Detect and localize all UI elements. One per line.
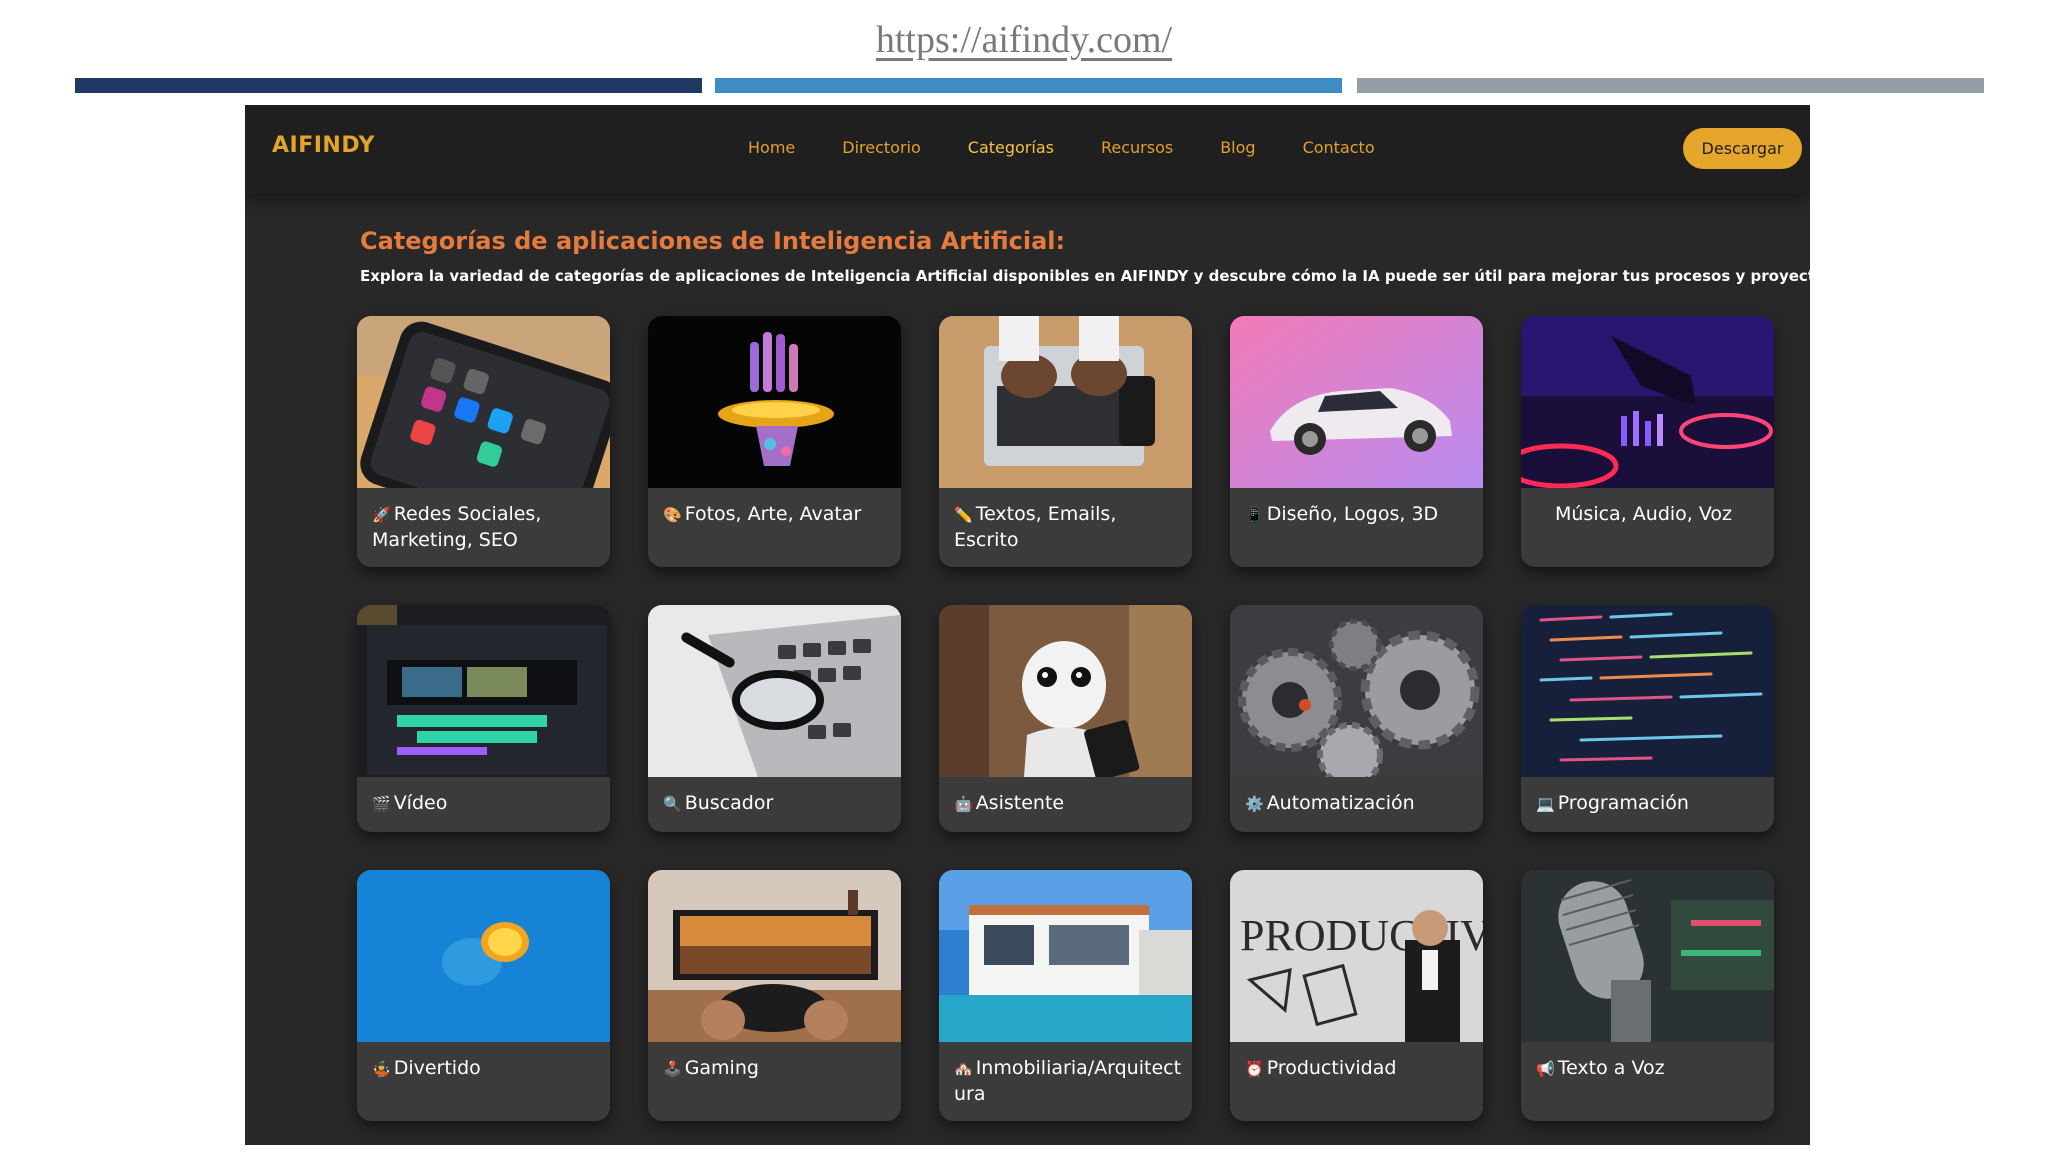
gears-image (1230, 605, 1483, 777)
category-grid: 🚀 Redes Sociales, Marketing, SEO 🎨 Fotos, (357, 316, 1774, 1121)
nav-menu: Home Directorio Categorías Recursos Blog… (748, 138, 1422, 157)
video-editor-image (357, 605, 610, 777)
page-title: Categorías de aplicaciones de Inteligenc… (360, 227, 1066, 255)
productivity-wall-image: PRODUCTIVITY (1230, 870, 1483, 1042)
category-card-inmobiliaria[interactable]: 🏘️ Inmobiliaria/Arquitectura (939, 870, 1192, 1121)
category-label: 🤖 Asistente (954, 792, 1065, 814)
modern-house-image (939, 870, 1192, 1042)
category-label: 🤹 Divertido (372, 1057, 481, 1079)
category-card-textos[interactable]: ✏️ Textos, Emails, Escrito (939, 316, 1192, 567)
robot-image (939, 605, 1192, 777)
category-label: 📢 Texto a Voz (1536, 1057, 1665, 1079)
slide-accent-bar-gray (1357, 78, 1984, 93)
dj-mixer-image (1521, 316, 1774, 488)
category-label: ⏰ Productividad (1245, 1057, 1397, 1079)
nav-link-categorias[interactable]: Categorías (968, 138, 1054, 157)
category-card-redes-sociales[interactable]: 🚀 Redes Sociales, Marketing, SEO (357, 316, 610, 567)
site-navbar: AIFINDY Home Directorio Categorías Recur… (245, 105, 1810, 193)
category-label: 🚀 Redes Sociales, Marketing, SEO (372, 503, 542, 551)
category-label: 🔍 Buscador (663, 792, 774, 814)
nav-link-blog[interactable]: Blog (1220, 138, 1255, 157)
nav-link-contacto[interactable]: Contacto (1303, 138, 1375, 157)
category-label: 📱 Diseño, Logos, 3D (1245, 503, 1439, 525)
mobile-phone-icon: 📱 (1245, 506, 1264, 524)
blue-orange-image (357, 870, 610, 1042)
slide-accent-bar-blue (715, 78, 1342, 93)
page-description: Explora la variedad de categorías de apl… (360, 267, 1810, 285)
robot-icon: 🤖 (954, 795, 973, 813)
category-label: ✏️ Textos, Emails, Escrito (954, 503, 1117, 551)
category-card-productividad[interactable]: PRODUCTIVITY ⏰Productividad (1230, 870, 1483, 1121)
nav-link-home[interactable]: Home (748, 138, 795, 157)
category-card-musica[interactable]: Música, Audio, Voz (1521, 316, 1774, 567)
clapper-icon: 🎬 (372, 795, 391, 813)
gamepad-image (648, 870, 901, 1042)
alarm-clock-icon: ⏰ (1245, 1060, 1264, 1078)
category-label: 🎬 Vídeo (372, 792, 448, 814)
nav-link-recursos[interactable]: Recursos (1101, 138, 1173, 157)
category-card-automatizacion[interactable]: ⚙️ Automatización (1230, 605, 1483, 832)
joystick-icon: 🕹️ (663, 1060, 682, 1078)
art-hand-image (648, 316, 901, 488)
category-label: Música, Audio, Voz (1555, 503, 1732, 525)
category-card-gaming[interactable]: 🕹️ Gaming (648, 870, 901, 1121)
sports-car-image (1230, 316, 1483, 488)
website-screenshot: AIFINDY Home Directorio Categorías Recur… (245, 105, 1810, 1145)
slide-url-link[interactable]: https://aifindy.com/ (0, 18, 2048, 62)
laptop-icon: 💻 (1536, 795, 1555, 813)
microphone-image (1521, 870, 1774, 1042)
nav-link-directorio[interactable]: Directorio (842, 138, 921, 157)
magnifier-keyboard-image (648, 605, 901, 777)
gear-icon: ⚙️ (1245, 795, 1264, 813)
pencil-icon: ✏️ (954, 506, 973, 524)
category-card-texto-a-voz[interactable]: 📢 Texto a Voz (1521, 870, 1774, 1121)
category-card-programacion[interactable]: 💻 Programación (1521, 605, 1774, 832)
download-button[interactable]: Descargar (1683, 128, 1802, 169)
category-card-buscador[interactable]: 🔍 Buscador (648, 605, 901, 832)
category-label: ⚙️ Automatización (1245, 792, 1415, 814)
magnifier-icon: 🔍 (663, 795, 682, 813)
category-card-fotos-arte[interactable]: 🎨 Fotos, Arte, Avatar (648, 316, 901, 567)
category-label: 🎨 Fotos, Arte, Avatar (663, 503, 862, 525)
category-label: 🕹️ Gaming (663, 1057, 759, 1079)
category-label: 💻 Programación (1536, 792, 1689, 814)
social-media-phone-image (357, 316, 610, 488)
code-screen-image (1521, 605, 1774, 777)
category-card-diseno[interactable]: 📱 Diseño, Logos, 3D (1230, 316, 1483, 567)
slide-accent-bar-navy (75, 78, 702, 93)
laptop-typing-image (939, 316, 1192, 488)
category-card-asistente[interactable]: 🤖 Asistente (939, 605, 1192, 832)
houses-icon: 🏘️ (954, 1060, 973, 1078)
juggler-icon: 🤹 (372, 1060, 391, 1078)
category-card-video[interactable]: 🎬 Vídeo (357, 605, 610, 832)
rocket-icon: 🚀 (372, 506, 391, 524)
site-logo[interactable]: AIFINDY (272, 133, 375, 158)
category-card-divertido[interactable]: 🤹 Divertido (357, 870, 610, 1121)
megaphone-icon: 📢 (1536, 1060, 1555, 1078)
palette-icon: 🎨 (663, 506, 682, 524)
category-label: 🏘️ Inmobiliaria/Arquitectura (954, 1057, 1182, 1105)
